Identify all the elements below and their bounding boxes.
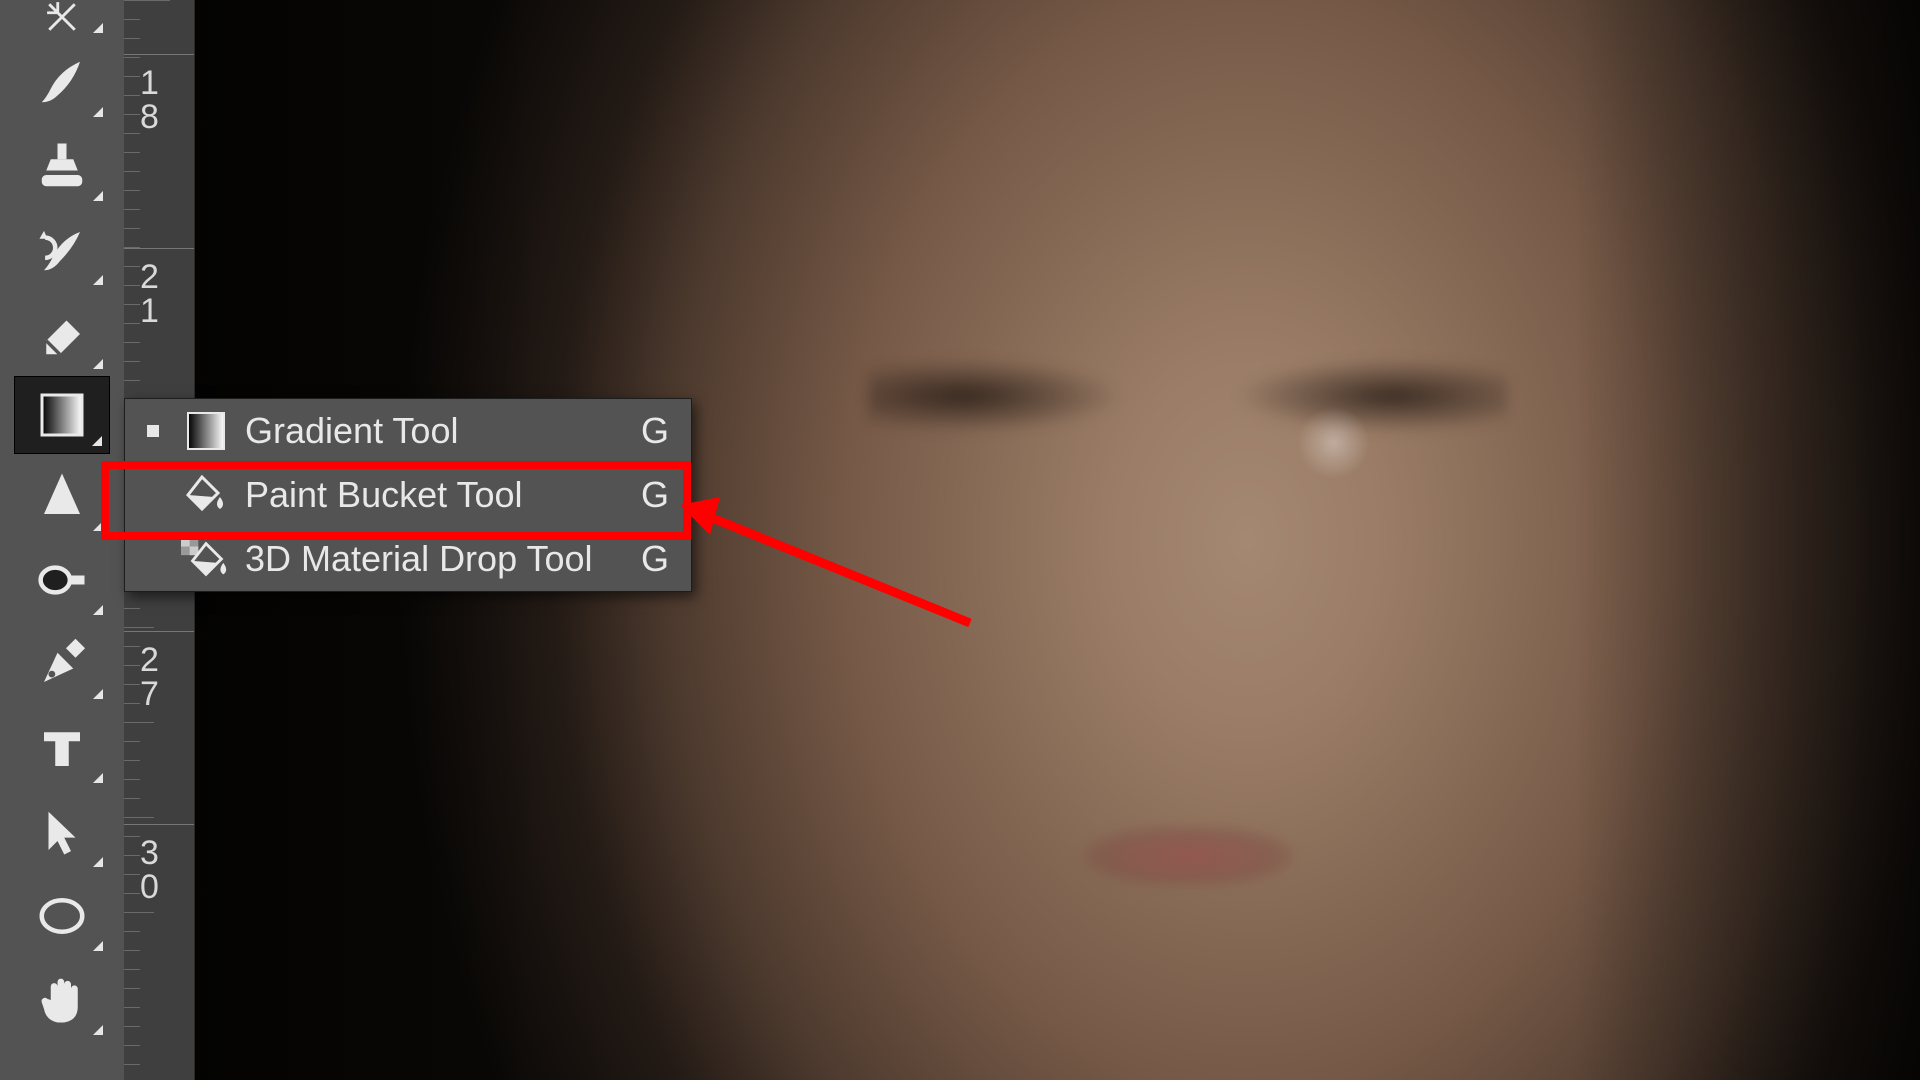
blur-tool-icon bbox=[35, 469, 89, 523]
ruler-label: 21 bbox=[140, 260, 180, 328]
brush-tool-icon bbox=[35, 55, 89, 109]
clone-stamp-tool-icon bbox=[35, 139, 89, 193]
flyout-indicator-icon bbox=[93, 23, 103, 33]
flyout-indicator-icon bbox=[93, 191, 103, 201]
eraser-tool-icon bbox=[35, 307, 89, 361]
gradient-icon bbox=[181, 406, 231, 456]
flyout-item-label: Paint Bucket Tool bbox=[245, 474, 639, 516]
flyout-indicator-icon bbox=[93, 689, 103, 699]
dodge-tool[interactable] bbox=[14, 538, 110, 622]
flyout-item-shortcut: G bbox=[639, 538, 669, 580]
type-tool[interactable] bbox=[14, 706, 110, 790]
blur-tool[interactable] bbox=[14, 454, 110, 538]
ruler-label: 30 bbox=[140, 836, 180, 904]
ruler-label: 27 bbox=[140, 643, 180, 711]
material-drop-icon bbox=[181, 534, 231, 584]
pen-tool[interactable] bbox=[14, 622, 110, 706]
flyout-indicator-icon bbox=[93, 107, 103, 117]
clone-stamp-tool[interactable] bbox=[14, 124, 110, 208]
app-root: 18 21 27 30 /*ticks drawn below via inli… bbox=[0, 0, 1920, 1080]
brush-tool[interactable] bbox=[14, 40, 110, 124]
ellipse-tool-icon bbox=[35, 889, 89, 943]
flyout-indicator-icon bbox=[92, 436, 102, 446]
hand-tool[interactable] bbox=[14, 958, 110, 1042]
flyout-indicator-icon bbox=[93, 275, 103, 285]
flyout-item-gradient[interactable]: Gradient Tool G bbox=[125, 399, 691, 463]
ruler-label: 18 bbox=[140, 66, 180, 134]
gradient-tool-icon bbox=[38, 391, 86, 439]
flyout-indicator-icon bbox=[93, 605, 103, 615]
flyout-item-3d-material-drop[interactable]: 3D Material Drop Tool G bbox=[125, 527, 691, 591]
ellipse-tool[interactable] bbox=[14, 874, 110, 958]
paint-bucket-icon bbox=[181, 470, 231, 520]
flyout-indicator-icon bbox=[93, 941, 103, 951]
history-brush-tool-icon bbox=[35, 223, 89, 277]
type-tool-icon bbox=[35, 721, 89, 775]
flyout-indicator-icon bbox=[93, 1025, 103, 1035]
gradient-tool[interactable] bbox=[14, 376, 110, 454]
flyout-item-label: Gradient Tool bbox=[245, 410, 639, 452]
flyout-indicator-icon bbox=[93, 857, 103, 867]
flyout-indicator-icon bbox=[93, 359, 103, 369]
path-selection-tool[interactable] bbox=[14, 790, 110, 874]
crop-tool[interactable] bbox=[14, 0, 110, 40]
history-brush-tool[interactable] bbox=[14, 208, 110, 292]
pen-tool-icon bbox=[35, 637, 89, 691]
flyout-item-shortcut: G bbox=[639, 410, 669, 452]
flyout-indicator-icon bbox=[93, 521, 103, 531]
flyout-indicator-icon bbox=[93, 773, 103, 783]
flyout-item-shortcut: G bbox=[639, 474, 669, 516]
flyout-item-paint-bucket[interactable]: Paint Bucket Tool G bbox=[125, 463, 691, 527]
flyout-item-label: 3D Material Drop Tool bbox=[245, 538, 639, 580]
hand-tool-icon bbox=[35, 973, 89, 1027]
path-selection-tool-icon bbox=[35, 805, 89, 859]
tool-flyout-menu: Gradient Tool G Paint Bucket Tool G bbox=[124, 398, 692, 592]
eraser-tool[interactable] bbox=[14, 292, 110, 376]
dodge-tool-icon bbox=[35, 553, 89, 607]
tools-panel bbox=[0, 0, 124, 1080]
crop-tool-icon bbox=[38, 0, 86, 34]
